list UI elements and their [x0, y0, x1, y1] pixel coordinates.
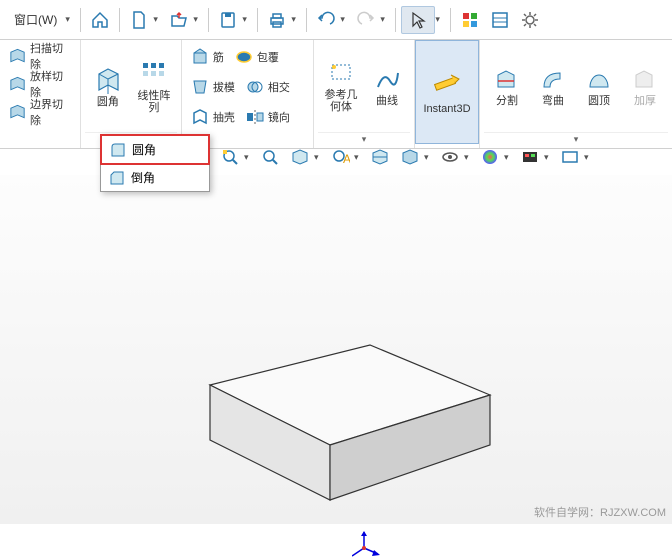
redo-dropdown[interactable]: ▾ — [380, 14, 390, 25]
popup-chamfer-item[interactable]: 倒角 — [101, 164, 209, 191]
redo-button[interactable] — [352, 6, 380, 34]
split-button[interactable]: 分割 — [484, 42, 530, 132]
svg-text:A: A — [343, 152, 350, 166]
mirror-label: 镜向 — [268, 109, 290, 125]
top-toolbar: 窗口(W) ▾ ▾ ▾ ▾ ▾ ▾ ▾ ▾ — [0, 0, 672, 40]
linear-pattern-label: 线性阵列 — [133, 90, 175, 114]
popup-fillet-item[interactable]: 圆角 — [100, 134, 210, 165]
shaded-dropdown[interactable]: ▾ — [424, 152, 434, 163]
display-style-dropdown[interactable]: ▾ — [354, 152, 364, 163]
window-menu[interactable]: 窗口(W) — [6, 11, 65, 28]
new-dropdown[interactable]: ▾ — [153, 14, 163, 25]
curves-label: 曲线 — [376, 95, 398, 107]
dropdown-icon[interactable]: ▾ — [65, 14, 75, 25]
split-label: 分割 — [496, 95, 518, 107]
popup-fillet-label: 圆角 — [132, 141, 156, 158]
zoom-fit-dropdown[interactable]: ▾ — [244, 152, 254, 163]
instant3d-label: Instant3D — [423, 103, 470, 115]
origin-triad-icon — [352, 530, 382, 560]
fillet-label: 圆角 — [97, 96, 119, 108]
fillet-button[interactable]: 圆角 — [85, 42, 131, 132]
ribbon-group-cuts: 扫描切除 放样切除 边界切除 — [0, 40, 81, 148]
print-dropdown[interactable]: ▾ — [291, 14, 301, 25]
wrap-button[interactable]: 包覆 — [230, 43, 283, 71]
ref-geom-button[interactable]: 参考几何体 — [318, 42, 364, 132]
sweep-cut-button[interactable]: 扫描切除 — [4, 42, 76, 70]
appearance-button[interactable] — [476, 143, 504, 171]
boundary-cut-label: 边界切除 — [30, 96, 72, 128]
intersect-button[interactable]: 相交 — [241, 73, 294, 101]
home-button[interactable] — [86, 6, 114, 34]
undo-dropdown[interactable]: ▾ — [340, 14, 350, 25]
open-dropdown[interactable]: ▾ — [193, 14, 203, 25]
select-button[interactable] — [401, 6, 435, 34]
instant3d-button[interactable]: Instant3D — [415, 40, 479, 144]
render-button[interactable] — [556, 143, 584, 171]
curves-button[interactable]: 曲线 — [364, 42, 410, 132]
watermark-text: 软件自学网：RJZXW.COM — [534, 504, 666, 520]
scene-button[interactable] — [516, 143, 544, 171]
dome-label: 圆顶 — [588, 95, 610, 107]
mirror-button[interactable]: 镜向 — [241, 103, 294, 131]
shell-label: 抽壳 — [213, 109, 235, 125]
view-orient-dropdown[interactable]: ▾ — [314, 152, 324, 163]
print-button[interactable] — [263, 6, 291, 34]
ref-geom-label: 参考几何体 — [320, 89, 362, 113]
ribbon: 扫描切除 放样切除 边界切除 圆角 线性阵列 ▾ 筋 包覆 拔模 相交 抽壳 镜… — [0, 40, 672, 149]
linear-pattern-button[interactable]: 线性阵列 — [131, 42, 177, 132]
intersect-label: 相交 — [268, 79, 290, 95]
wrap-label: 包覆 — [257, 49, 279, 65]
ribbon-group-instant3d: Instant3D — [415, 40, 480, 148]
select-dropdown[interactable]: ▾ — [435, 14, 445, 25]
appearance-dropdown[interactable]: ▾ — [504, 152, 514, 163]
settings-button[interactable] — [516, 6, 544, 34]
ribbon-group-ref: 参考几何体 曲线 ▾ — [314, 40, 415, 148]
new-button[interactable] — [125, 6, 153, 34]
shell-button[interactable]: 抽壳 — [186, 103, 239, 131]
color-button[interactable] — [456, 6, 484, 34]
view-orient-button[interactable] — [286, 143, 314, 171]
thicken-label: 加厚 — [634, 95, 656, 107]
popup-chamfer-label: 倒角 — [131, 169, 155, 186]
draft-label: 拔模 — [213, 79, 235, 95]
rib-label: 筋 — [213, 49, 224, 65]
dome-button[interactable]: 圆顶 — [576, 42, 622, 132]
scene-dropdown[interactable]: ▾ — [544, 152, 554, 163]
display-style-button[interactable]: A — [326, 143, 354, 171]
render-dropdown[interactable]: ▾ — [584, 152, 594, 163]
rib-button[interactable]: 筋 — [186, 43, 228, 71]
bend-button[interactable]: 弯曲 — [530, 42, 576, 132]
loft-cut-button[interactable]: 放样切除 — [4, 70, 76, 98]
save-dropdown[interactable]: ▾ — [242, 14, 252, 25]
save-button[interactable] — [214, 6, 242, 34]
model-box — [0, 175, 672, 524]
zoom-fit-button[interactable] — [216, 143, 244, 171]
3d-viewport[interactable] — [0, 175, 672, 524]
ribbon-group-features: 筋 包覆 拔模 相交 抽壳 镜向 — [182, 40, 314, 148]
ribbon-group-misc: 分割 弯曲 圆顶 加厚 ▾ — [480, 40, 672, 148]
boundary-cut-button[interactable]: 边界切除 — [4, 98, 76, 126]
fillet-popup-menu: 圆角 倒角 — [100, 134, 210, 192]
bend-label: 弯曲 — [542, 95, 564, 107]
hide-show-dropdown[interactable]: ▾ — [464, 152, 474, 163]
shaded-button[interactable] — [396, 143, 424, 171]
open-button[interactable] — [165, 6, 193, 34]
panel-button[interactable] — [486, 6, 514, 34]
thicken-button: 加厚 — [622, 42, 668, 132]
zoom-area-button[interactable] — [256, 143, 284, 171]
view-toolbar: ▾ ▾ A ▾ ▾ ▾ ▾ ▾ ▾ — [216, 143, 594, 171]
hide-show-button[interactable] — [436, 143, 464, 171]
draft-button[interactable]: 拔模 — [186, 73, 239, 101]
undo-button[interactable] — [312, 6, 340, 34]
ribbon-group-fillet: 圆角 线性阵列 ▾ — [81, 40, 182, 148]
section-button[interactable] — [366, 143, 394, 171]
